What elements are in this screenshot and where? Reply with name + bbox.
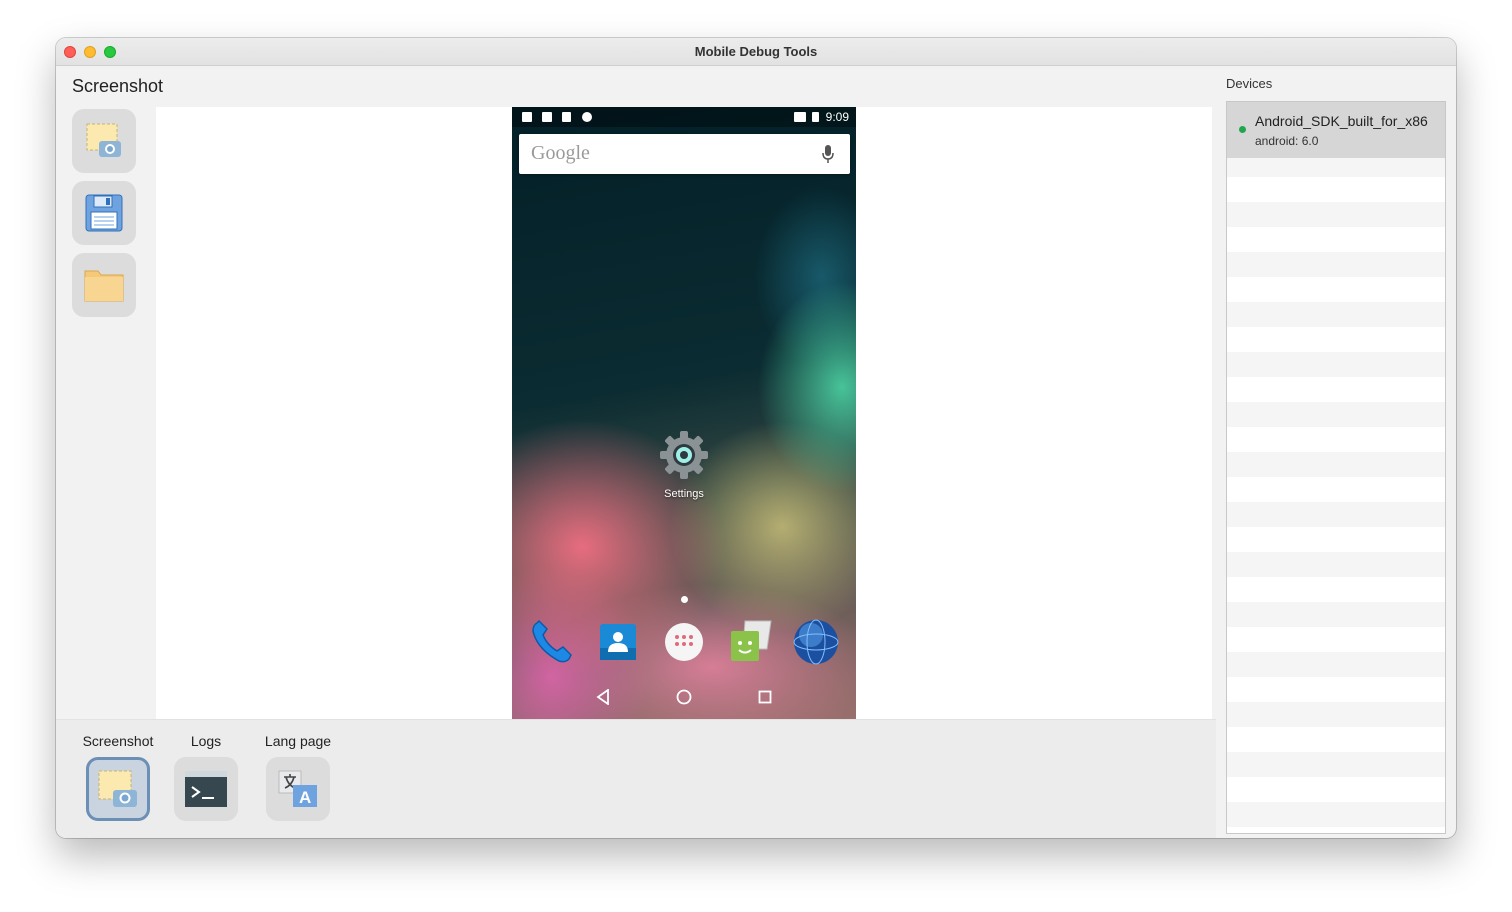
screenshot-canvas: 9:09 Google Settings <box>156 107 1212 719</box>
messaging-icon <box>731 620 772 661</box>
sd-card-icon <box>562 112 571 122</box>
screenshot-icon <box>86 123 121 157</box>
title-bar: Mobile Debug Tools <box>56 38 1456 66</box>
svg-text:A: A <box>299 788 311 807</box>
tab-screenshot[interactable]: Screenshot <box>78 720 158 821</box>
tab-lang-page[interactable]: Lang page A <box>258 720 338 821</box>
status-time: 9:09 <box>825 110 849 124</box>
nav-home-button[interactable] <box>672 685 696 709</box>
android-nav-bar <box>512 675 856 719</box>
nav-recents-button[interactable] <box>753 685 777 709</box>
settings-app-shortcut[interactable]: Settings <box>652 429 716 500</box>
app-drawer-icon <box>665 623 703 661</box>
screenshot-icon <box>98 770 137 807</box>
tab-logs[interactable]: Logs <box>174 720 238 821</box>
phone-icon <box>532 619 572 663</box>
mail-icon <box>542 112 552 122</box>
microphone-icon[interactable] <box>822 145 834 163</box>
device-item[interactable]: Android_SDK_built_for_x86 android: 6.0 <box>1227 102 1445 158</box>
device-name: Android_SDK_built_for_x86 <box>1255 113 1428 129</box>
zoom-window-button[interactable] <box>104 46 116 58</box>
contacts-icon <box>600 624 636 660</box>
browser-globe-icon <box>793 619 839 665</box>
close-window-button[interactable] <box>64 46 76 58</box>
bottom-tool-panel: Screenshot Logs Lang page A <box>56 719 1216 838</box>
tab-lang-page-button[interactable]: A <box>266 757 330 821</box>
devices-list: Android_SDK_built_for_x86 android: 6.0 <box>1226 101 1446 834</box>
dock-phone[interactable] <box>528 619 576 665</box>
devices-title: Devices <box>1226 76 1273 91</box>
window-controls <box>64 46 116 58</box>
google-logo-text: Google <box>531 142 590 164</box>
take-screenshot-button[interactable] <box>72 109 136 173</box>
page-title: Screenshot <box>72 76 164 96</box>
online-status-dot <box>1239 126 1246 133</box>
page-indicator <box>681 596 688 603</box>
tab-logs-label: Logs <box>190 733 222 749</box>
window-title: Mobile Debug Tools <box>694 44 818 59</box>
google-search-bar[interactable]: Google <box>519 134 850 174</box>
dock-app-drawer[interactable] <box>660 619 708 665</box>
dock-browser[interactable] <box>792 619 840 665</box>
app-window: Mobile Debug Tools Screenshot 9:09 Googl… <box>56 38 1456 838</box>
tab-lang-page-label: Lang page <box>264 733 332 749</box>
android-debug-icon <box>582 112 592 122</box>
nav-back-button[interactable] <box>591 685 615 709</box>
battery-icon <box>812 112 819 122</box>
floppy-disk-icon <box>85 194 123 232</box>
dock-contacts[interactable] <box>594 619 642 665</box>
save-screenshot-button[interactable] <box>72 181 136 245</box>
lte-signal-icon <box>794 112 806 122</box>
settings-app-label: Settings <box>664 488 704 500</box>
signal-notification-icon <box>522 112 532 122</box>
home-circle-icon <box>676 689 692 705</box>
dock-messaging[interactable] <box>726 619 774 665</box>
android-status-bar: 9:09 <box>512 107 856 127</box>
recents-square-icon <box>758 690 772 704</box>
tab-screenshot-label: Screenshot <box>82 733 154 749</box>
back-triangle-icon <box>596 689 609 705</box>
tab-logs-button[interactable] <box>174 757 238 821</box>
device-screenshot: 9:09 Google Settings <box>512 107 856 719</box>
tab-screenshot-button[interactable] <box>86 757 150 821</box>
folder-icon <box>84 270 124 302</box>
open-folder-button[interactable] <box>72 253 136 317</box>
translate-icon: A <box>278 770 317 807</box>
minimize-window-button[interactable] <box>84 46 96 58</box>
settings-gear-icon <box>660 431 708 479</box>
terminal-icon <box>185 771 227 807</box>
device-os-version: android: 6.0 <box>1255 134 1319 148</box>
app-dock <box>528 619 840 665</box>
